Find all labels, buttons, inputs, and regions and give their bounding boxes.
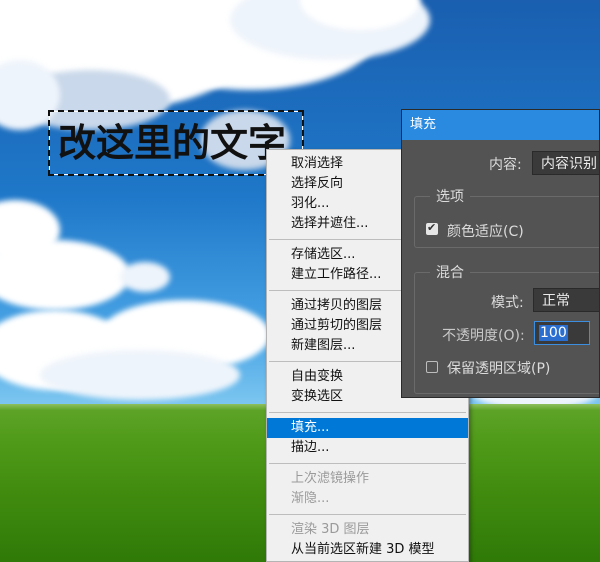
menu-item: 渐隐... [291,491,330,506]
contents-label: 内容: [489,157,522,173]
menu-item[interactable]: 填充... [267,418,468,438]
dialog-title: 填充 [410,117,437,132]
opacity-input[interactable]: 100 [534,321,590,345]
mode-dropdown[interactable]: 正常 [533,288,599,312]
color-adapt-label: 颜色适应(C) [447,224,524,240]
blending-group-title: 混合 [430,262,470,282]
menu-separator [269,412,466,413]
menu-separator [269,514,466,515]
opacity-label: 不透明度(O): [442,328,525,344]
opacity-value: 100 [539,325,568,341]
options-group-title: 选项 [430,186,470,206]
preserve-transparency-label: 保留透明区域(P) [447,361,551,377]
canvas-text: 改这里的文字 [58,121,287,165]
menu-item[interactable]: 从当前选区新建 3D 模型 [267,540,468,560]
fill-dialog: 填充 内容: 内容识别 选项 颜色适应(C) 混合 模式: 正常 不透明度(O)… [401,109,600,398]
menu-separator [269,463,466,464]
color-adapt-checkbox[interactable] [426,221,438,235]
text-selection[interactable]: 改这里的文字 [48,110,304,176]
menu-item: 渲染 3D 图层 [291,522,370,537]
contents-value: 内容识别 [541,156,597,172]
preserve-transparency-checkbox[interactable] [426,361,438,373]
menu-item[interactable]: 描边... [267,438,468,458]
contents-dropdown[interactable]: 内容识别 [532,151,599,175]
mode-value: 正常 [542,293,570,309]
dialog-title-bar[interactable]: 填充 [402,110,599,140]
mode-label: 模式: [491,295,524,311]
menu-item: 上次滤镜操作 [291,471,370,486]
